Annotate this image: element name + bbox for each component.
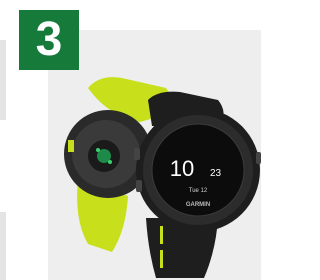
left-divider-bottom xyxy=(0,212,6,280)
watch-brand: GARMIN xyxy=(186,202,210,208)
product-image[interactable]: GARMIN 10 23 Tue 12 xyxy=(48,30,261,280)
left-divider-top xyxy=(0,40,6,120)
watch-date: Tue 12 xyxy=(189,188,208,194)
rank-badge: 3 xyxy=(19,10,79,70)
watch-time-minute: 23 xyxy=(210,168,222,179)
front-watch: GARMIN 10 23 Tue 12 xyxy=(134,91,261,278)
watch-time-hour: 10 xyxy=(170,156,194,181)
rank-number: 3 xyxy=(35,13,63,66)
